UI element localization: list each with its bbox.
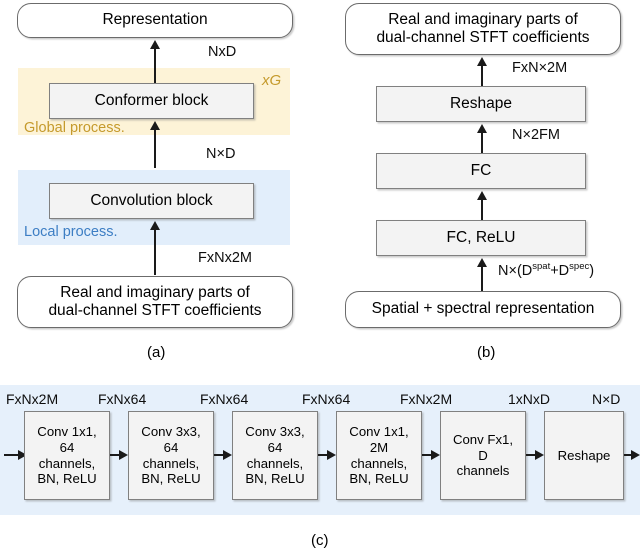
block-c-conv4-line3: channels, xyxy=(350,455,408,471)
arrow-b-input-to-fcrelu-line xyxy=(481,265,483,291)
block-c-conv5-line2: D xyxy=(478,447,488,463)
arrow-b-fcrelu-to-fc-head xyxy=(476,191,487,200)
arrow-b-fc-to-reshape-head xyxy=(476,124,487,133)
arrow-a-input-to-conv-line xyxy=(154,229,156,275)
arrow-c-out-head xyxy=(631,449,640,460)
dim-b-spat-spec-mid: +D xyxy=(550,262,570,279)
panel-caption-c: (c) xyxy=(311,532,329,549)
dim-c-1: FxNx64 xyxy=(98,391,147,407)
dim-c-4: FxNx2M xyxy=(400,391,453,407)
dim-a-nxd-top: NxD xyxy=(208,44,237,60)
panel-b-output-line1: Real and imaginary parts of xyxy=(388,10,578,28)
block-c-conv4-line4: BN, ReLU xyxy=(349,471,409,487)
arrow-b-input-to-fcrelu-head xyxy=(476,258,487,267)
arrow-c-2-head xyxy=(223,449,232,460)
block-convolution-label: Convolution block xyxy=(90,191,213,209)
block-c-conv1-line4: BN, ReLU xyxy=(37,471,97,487)
block-c-conv2-line2: 64 xyxy=(163,439,179,455)
dim-a-nxd-mid: N×D xyxy=(206,146,236,162)
panel-b-output-line2: dual-channel STFT coefficients xyxy=(376,29,590,46)
label-local-process: Local process. xyxy=(24,224,118,240)
block-c-conv1: Conv 1x1, 64 channels, BN, ReLU xyxy=(24,411,110,500)
dim-b-sup-spec: spec xyxy=(569,261,590,272)
dim-c-6: N×D xyxy=(592,391,621,407)
block-c-conv1-line2: 64 xyxy=(59,439,75,455)
block-c-reshape: Reshape xyxy=(544,411,624,500)
panel-a-output-box: Representation xyxy=(17,3,293,38)
panel-caption-a: (a) xyxy=(147,344,166,361)
arrow-c-5-head xyxy=(535,449,544,460)
panel-a-input-line1: Real and imaginary parts of xyxy=(60,283,250,301)
block-c-conv3-line3: channels, xyxy=(246,455,304,471)
arrow-b-reshape-to-output-line xyxy=(481,64,483,86)
block-c-conv1-line3: channels, xyxy=(38,455,96,471)
block-c-conv1-line1: Conv 1x1, xyxy=(37,424,97,440)
block-c-conv4-line1: Conv 1x1, xyxy=(349,424,409,440)
block-c-conv3-line2: 64 xyxy=(267,439,283,455)
block-c-conv3: Conv 3x3, 64 channels, BN, ReLU xyxy=(232,411,318,500)
dim-b-spat-spec: N×(Dspat+Dspec) xyxy=(498,261,594,279)
dim-b-nx2fm: N×2FM xyxy=(512,127,560,143)
block-c-conv3-line1: Conv 3x3, xyxy=(245,424,305,440)
panel-b-input-label: Spatial + spectral representation xyxy=(371,300,595,318)
block-c-conv2-line4: BN, ReLU xyxy=(141,471,201,487)
dim-c-5: 1xNxD xyxy=(508,391,551,407)
block-b-fc-label: FC xyxy=(470,161,492,179)
arrow-a-conv-to-conformer-head xyxy=(149,121,160,130)
block-c-conv2-line3: channels, xyxy=(142,455,200,471)
label-repeat-xg: xG xyxy=(262,72,282,89)
block-convolution: Convolution block xyxy=(49,183,254,219)
block-b-fc-relu-label: FC, ReLU xyxy=(446,228,516,246)
arrow-c-3-head xyxy=(327,449,336,460)
block-c-conv5-line3: channels xyxy=(456,463,510,479)
dim-b-spat-spec-tail: ) xyxy=(589,262,595,279)
block-c-conv2-line1: Conv 3x3, xyxy=(141,424,201,440)
dim-c-0: FxNx2M xyxy=(6,391,59,407)
panel-b-input-box: Spatial + spectral representation xyxy=(345,291,621,328)
block-b-reshape: Reshape xyxy=(376,86,586,122)
block-c-conv3-line4: BN, ReLU xyxy=(245,471,305,487)
block-c-conv5: Conv Fx1, D channels xyxy=(440,411,526,500)
panel-a-input-line2: dual-channel STFT coefficients xyxy=(48,302,262,319)
block-c-conv4-line2: 2M xyxy=(369,439,389,455)
arrow-a-input-to-conv-head xyxy=(149,221,160,230)
dim-c-3: FxNx64 xyxy=(302,391,351,407)
block-b-fc: FC xyxy=(376,153,586,189)
dim-a-fxnx2m: FxNx2M xyxy=(198,250,252,266)
block-c-reshape-label: Reshape xyxy=(557,447,611,463)
arrow-b-reshape-to-output-head xyxy=(476,57,487,66)
dim-b-spat-spec-prefix: N×(D xyxy=(498,262,533,279)
panel-b-output-box: Real and imaginary parts of dual-channel… xyxy=(345,3,621,55)
block-conformer: Conformer block xyxy=(49,83,254,119)
arrow-b-fc-to-reshape-line xyxy=(481,131,483,153)
arrow-c-4-head xyxy=(431,449,440,460)
panel-caption-b: (b) xyxy=(477,344,496,361)
figure-canvas: Representation NxD Conformer block xG Gl… xyxy=(0,0,640,552)
block-c-conv5-line1: Conv Fx1, xyxy=(452,432,514,448)
arrow-a-conformer-to-output-line xyxy=(154,47,156,85)
block-b-reshape-label: Reshape xyxy=(449,94,513,112)
arrow-a-conv-to-conformer-line xyxy=(154,128,156,168)
dim-b-sup-spat: spat xyxy=(532,261,551,272)
arrow-c-1-head xyxy=(119,449,128,460)
block-conformer-label: Conformer block xyxy=(94,91,209,109)
label-global-process: Global process. xyxy=(24,120,125,136)
block-b-fc-relu: FC, ReLU xyxy=(376,220,586,256)
panel-a-output-label: Representation xyxy=(102,11,208,29)
dim-b-fxnx2m: FxN×2M xyxy=(512,60,568,76)
arrow-a-conformer-to-output-head xyxy=(149,40,160,49)
block-c-conv2: Conv 3x3, 64 channels, BN, ReLU xyxy=(128,411,214,500)
panel-a-input-box: Real and imaginary parts of dual-channel… xyxy=(17,276,293,328)
block-c-conv4: Conv 1x1, 2M channels, BN, ReLU xyxy=(336,411,422,500)
arrow-b-fcrelu-to-fc-line xyxy=(481,198,483,220)
dim-c-2: FxNx64 xyxy=(200,391,249,407)
